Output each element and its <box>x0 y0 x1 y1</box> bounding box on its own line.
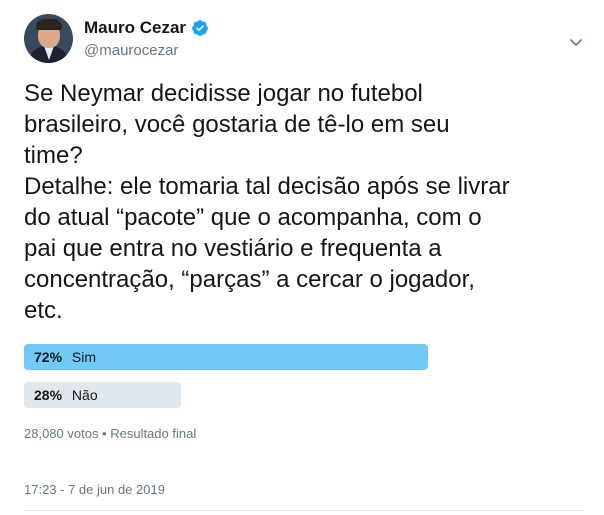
chevron-down-icon[interactable] <box>568 34 584 50</box>
divider <box>24 510 584 511</box>
poll-percent: 72% <box>34 349 63 365</box>
poll-option-nao: 28% Não <box>24 382 584 408</box>
poll-option-label: 28% Não <box>34 387 98 403</box>
author-handle[interactable]: @maurocezar <box>84 42 178 59</box>
poll: 72% Sim 28% Não <box>24 344 584 420</box>
poll-meta: 28,080 votos • Resultado final <box>24 426 197 441</box>
tweet-text: Se Neymar decidisse jogar no futebol bra… <box>24 80 510 324</box>
verified-badge-icon <box>191 19 209 37</box>
author-name-row[interactable]: Mauro Cezar <box>84 18 209 38</box>
poll-option-sim: 72% Sim <box>24 344 584 370</box>
author-name[interactable]: Mauro Cezar <box>84 18 186 38</box>
avatar[interactable] <box>24 14 73 63</box>
poll-choice: Não <box>71 387 98 403</box>
poll-percent: 28% <box>34 387 63 403</box>
tweet-header: Mauro Cezar @maurocezar <box>24 14 584 66</box>
poll-option-label: 72% Sim <box>34 349 96 365</box>
tweet-timestamp[interactable]: 17:23 - 7 de jun de 2019 <box>24 482 165 497</box>
poll-choice: Sim <box>71 349 97 365</box>
avatar-hair <box>36 19 62 30</box>
